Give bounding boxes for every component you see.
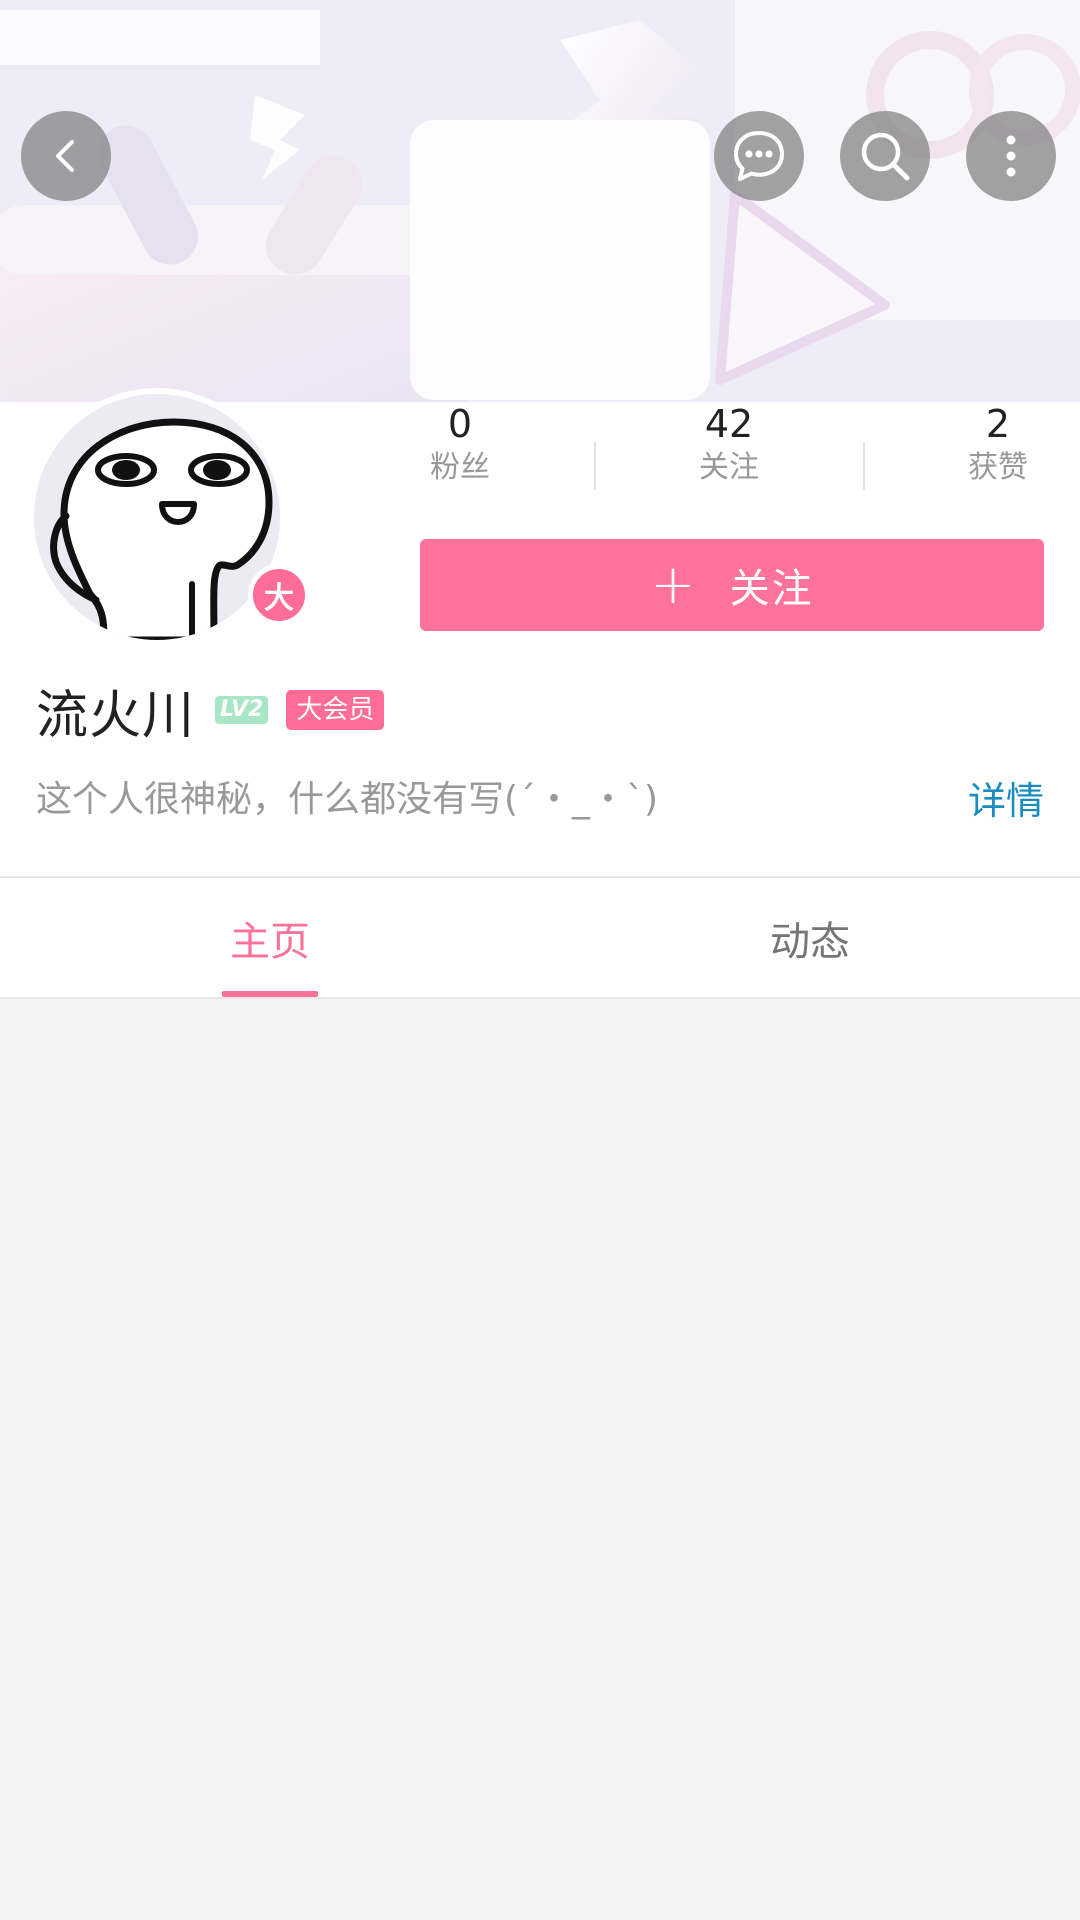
tab-dynamic-label: 动态 [770,918,850,965]
avatar-container[interactable]: 大 [28,388,310,646]
stat-likes-count: 2 [985,402,1011,446]
avatar-image [34,394,280,640]
follow-button[interactable]: + 关注 [420,539,1044,631]
level-badge: LV2 [215,696,269,724]
tab-content-area [0,999,1080,1920]
stat-fans[interactable]: 0 粉丝 [360,402,560,488]
follow-button-label: 关注 [729,566,814,612]
message-button[interactable] [714,111,804,201]
tab-home-label: 主页 [230,918,310,965]
profile-page: 大 0 粉丝 42 关注 2 获赞 + 关注 流火川 LV2 大会员 这个人很神… [0,0,1080,1920]
member-badge: 大会员 [286,690,385,730]
name-row: 流火川 LV2 大会员 [36,680,385,746]
tab-dynamic[interactable]: 动态 [540,878,1080,997]
stat-divider [594,442,596,490]
search-icon [861,132,910,181]
details-link[interactable]: 详情 [968,770,1044,825]
stat-fans-count: 0 [447,402,473,446]
username: 流火川 [36,685,196,746]
stat-following[interactable]: 42 关注 [629,402,829,488]
chat-bubble-icon [734,131,784,181]
banner-illustration [0,0,1080,402]
profile-banner [0,0,1080,402]
vip-badge: 大 [248,564,310,626]
avatar [34,394,280,640]
more-options-button[interactable] [966,111,1056,201]
search-button[interactable] [840,111,930,201]
tab-bar: 主页 动态 [0,876,1080,999]
plus-icon: + [650,553,696,616]
profile-info: 大 0 粉丝 42 关注 2 获赞 + 关注 流火川 LV2 大会员 这个人很神… [0,388,1080,877]
active-tab-indicator [222,991,318,997]
stat-likes-label: 获赞 [968,450,1028,485]
tab-home[interactable]: 主页 [0,878,540,997]
stat-likes[interactable]: 2 获赞 [898,402,1080,488]
stat-following-count: 42 [704,402,754,446]
stat-divider [863,442,865,490]
more-vertical-icon [1006,135,1016,177]
back-button[interactable] [21,111,111,201]
stat-fans-label: 粉丝 [430,450,490,485]
stat-following-label: 关注 [699,450,759,485]
chevron-left-icon [56,140,74,172]
bio-text: 这个人很神秘，什么都没有写(´・_・`) [36,779,659,820]
